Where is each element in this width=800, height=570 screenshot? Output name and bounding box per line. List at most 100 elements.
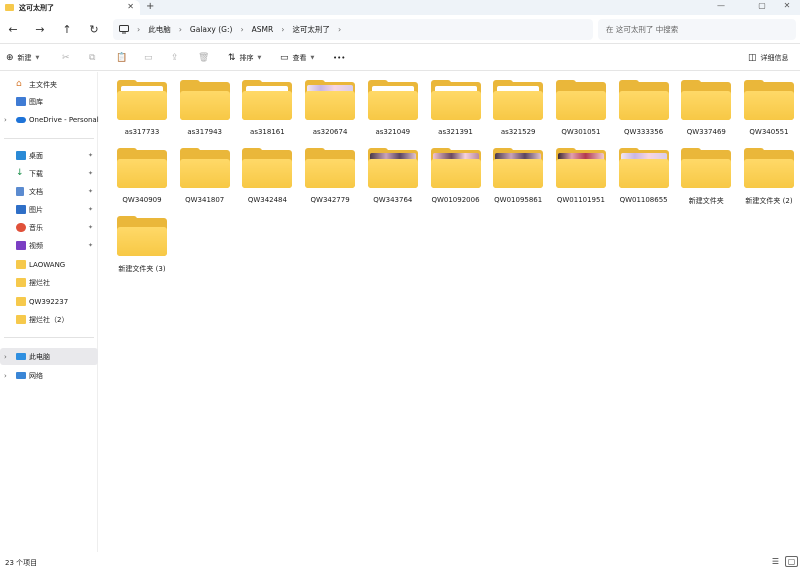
folder-item[interactable]: QW340909 [113, 140, 171, 210]
sidebar-item-videos[interactable]: 视频 ✦ [0, 237, 98, 254]
cut-button[interactable]: ✂ [62, 50, 70, 66]
breadcrumb-separator: › [178, 25, 182, 34]
folder-item[interactable]: QW340551 [740, 72, 798, 142]
new-button[interactable]: ⊕ 新建 ▼ [6, 50, 39, 66]
sidebar-item-pictures[interactable]: 图片 ✦ [0, 201, 98, 218]
folder-icon [681, 148, 732, 190]
folder-item[interactable]: as320674 [301, 72, 359, 142]
details-pane-icon: ◫ [748, 53, 757, 63]
folder-item[interactable]: QW01092006 [427, 140, 485, 210]
folder-item[interactable]: QW343764 [364, 140, 422, 210]
folder-item[interactable]: as321529 [489, 72, 547, 142]
view-button[interactable]: ▭ 查看 ▼ [280, 50, 314, 66]
sidebar-item-home[interactable]: ⌂ 主文件夹 [0, 76, 98, 93]
folder-item[interactable]: 新建文件夹 (3) [113, 208, 171, 278]
tab-current-folder[interactable]: 这可太刑了 ✕ [0, 0, 140, 15]
folder-name: as317943 [187, 128, 223, 136]
folder-icon [744, 80, 794, 122]
sort-button[interactable]: ⇅ 排序 ▼ [228, 50, 261, 66]
pin-icon[interactable]: ✦ [88, 206, 93, 213]
folder-item[interactable]: as317733 [113, 72, 171, 142]
folder-item[interactable]: as321391 [427, 72, 485, 142]
share-button[interactable]: ⇪ [171, 50, 179, 66]
pin-icon[interactable]: ✦ [88, 188, 93, 195]
folder-item[interactable]: as321049 [364, 72, 422, 142]
back-button[interactable]: ← [5, 21, 21, 37]
folder-item[interactable]: QW333356 [615, 72, 673, 142]
sidebar-item-onedrive[interactable]: › OneDrive - Personal [0, 111, 99, 128]
sidebar-item-network[interactable]: › 网络 [0, 367, 98, 384]
sidebar-item-label: 下载 [29, 169, 43, 178]
sidebar-item-bailanshe-2[interactable]: 摆烂社（2） [0, 311, 98, 328]
folder-item[interactable]: 新建文件夹 [677, 140, 735, 210]
folder-name: QW01092006 [431, 196, 480, 204]
close-window-button[interactable]: ✕ [774, 0, 800, 10]
sidebar-item-bailanshe[interactable]: 摆烂社 [0, 274, 98, 291]
navigation-pane: ⌂ 主文件夹 图库 › OneDrive - Personal 桌面 ✦ ↓ 下… [0, 72, 99, 552]
sidebar-item-music[interactable]: 音乐 ✦ [0, 219, 98, 236]
breadcrumb-item[interactable]: 这可太刑了 [292, 24, 330, 35]
minimize-button[interactable]: — [708, 0, 734, 10]
paste-button[interactable]: 📋 [116, 50, 127, 66]
sidebar-item-desktop[interactable]: 桌面 ✦ [0, 147, 98, 164]
tiles-view-button[interactable]: ▢ [785, 556, 798, 567]
up-button[interactable]: ↑ [59, 21, 75, 37]
folder-item[interactable]: QW01101951 [552, 140, 610, 210]
sidebar-item-label: 摆烂社（2） [29, 315, 69, 324]
folder-item[interactable]: as317943 [176, 72, 234, 142]
close-tab-icon[interactable]: ✕ [127, 2, 134, 11]
folder-icon [618, 148, 669, 190]
folder-icon [493, 148, 544, 190]
folder-item[interactable]: as318161 [238, 72, 296, 142]
folder-item[interactable]: QW341807 [176, 140, 234, 210]
new-tab-button[interactable]: + [146, 1, 154, 12]
folder-item[interactable]: QW01108655 [615, 140, 673, 210]
home-icon: ⌂ [16, 79, 22, 89]
folder-item[interactable]: QW301051 [552, 72, 610, 142]
refresh-button[interactable]: ↻ [86, 21, 102, 37]
item-count: 23 个项目 [5, 559, 38, 567]
folder-icon [179, 148, 230, 190]
search-input[interactable]: 在 这可太刑了 中搜索 [598, 19, 796, 40]
more-options-button[interactable]: ••• [333, 50, 345, 66]
folder-item[interactable]: QW342779 [301, 140, 359, 210]
sidebar-item-documents[interactable]: 文档 ✦ [0, 183, 98, 200]
folder-name: QW01095861 [494, 196, 543, 204]
sidebar-item-qw392237[interactable]: QW392237 [0, 293, 98, 310]
folder-icon [16, 260, 26, 269]
forward-button[interactable]: → [32, 21, 48, 37]
videos-icon [16, 241, 26, 250]
pin-icon[interactable]: ✦ [88, 242, 93, 249]
breadcrumb-item[interactable]: 此电脑 [148, 24, 171, 35]
paste-icon: 📋 [116, 53, 128, 63]
details-pane-button[interactable]: ◫ 详细信息 [748, 50, 789, 66]
folder-name: QW341807 [185, 196, 225, 204]
pin-icon[interactable]: ✦ [88, 224, 93, 231]
folder-name: QW343764 [373, 196, 413, 204]
folder-item[interactable]: QW342484 [238, 140, 296, 210]
pin-icon[interactable]: ✦ [88, 170, 93, 177]
folder-name: QW01101951 [556, 196, 605, 204]
sidebar-item-downloads[interactable]: ↓ 下载 ✦ [0, 165, 98, 182]
sidebar-item-gallery[interactable]: 图库 [0, 93, 98, 110]
maximize-button[interactable]: ▢ [749, 0, 775, 10]
address-bar[interactable]: › 此电脑 › Galaxy (G:) › ASMR › 这可太刑了 › [113, 19, 593, 40]
sidebar-item-this-pc[interactable]: › 此电脑 [0, 348, 98, 365]
this-pc-icon [16, 353, 26, 360]
chevron-right-icon[interactable]: › [4, 353, 7, 361]
folder-icon [16, 297, 26, 306]
breadcrumb-item[interactable]: ASMR [252, 25, 274, 34]
chevron-right-icon[interactable]: › [4, 372, 7, 380]
sidebar-item-laowang[interactable]: LAOWANG [0, 256, 98, 273]
details-view-button[interactable]: ☰ [769, 556, 782, 567]
delete-button[interactable]: 🗑 [198, 50, 209, 66]
pin-icon[interactable]: ✦ [88, 152, 93, 159]
folder-item[interactable]: QW337469 [677, 72, 735, 142]
rename-button[interactable]: ▭ [144, 50, 153, 66]
breadcrumb-item[interactable]: Galaxy (G:) [190, 25, 233, 34]
copy-button[interactable]: ⧉ [89, 50, 95, 66]
folder-item[interactable]: 新建文件夹 (2) [740, 140, 798, 210]
folder-item[interactable]: QW01095861 [489, 140, 547, 210]
chevron-right-icon[interactable]: › [4, 116, 7, 124]
scissors-icon: ✂ [62, 53, 70, 63]
